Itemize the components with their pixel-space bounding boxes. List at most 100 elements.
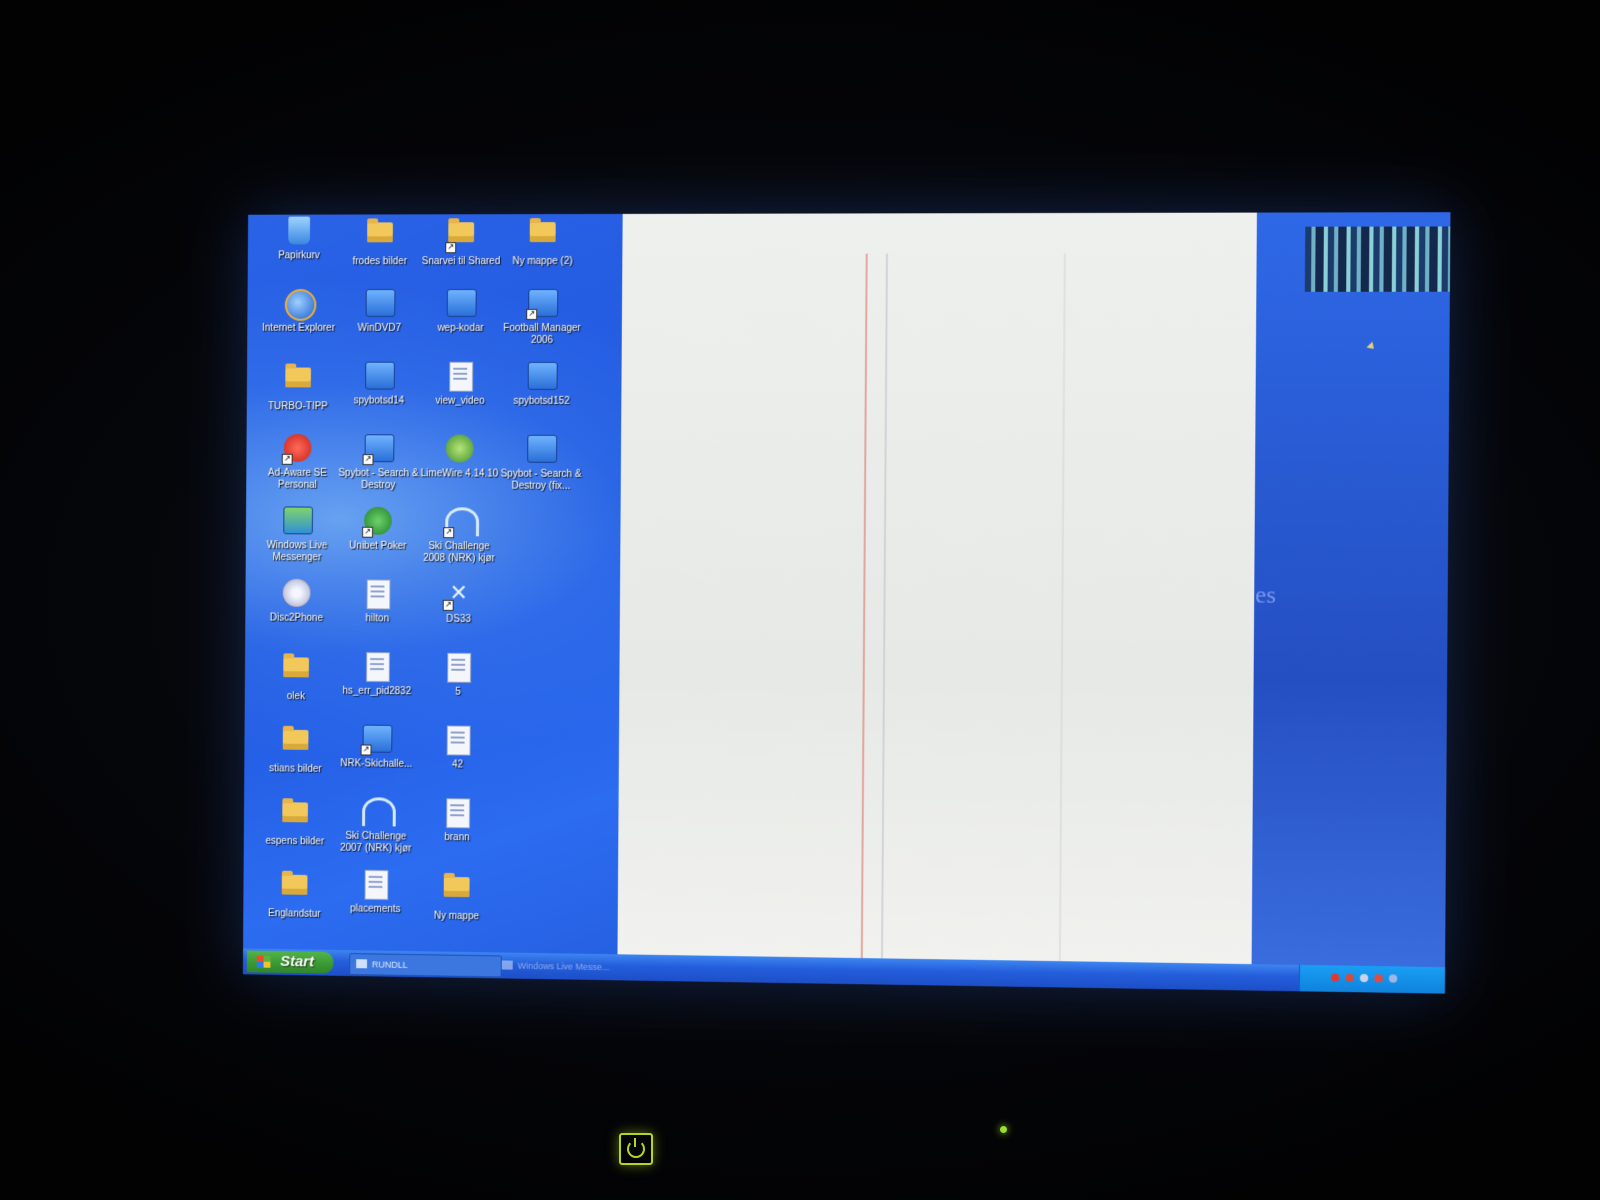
- shortcut-arrow-icon: ↗: [362, 526, 374, 538]
- desktop-icon-label: hilton: [365, 613, 390, 625]
- icon-glyph: [280, 874, 310, 905]
- desktop-icon[interactable]: wep-kodar: [419, 289, 503, 335]
- desktop-icon[interactable]: 5: [416, 652, 500, 699]
- desktop-icon-label: stians bilder: [269, 763, 322, 775]
- desktop-icon[interactable]: Ny mappe (2): [501, 216, 585, 268]
- desktop-icon-label: Unibet Poker: [349, 540, 407, 552]
- document-icon: [366, 579, 391, 610]
- desktop-icon[interactable]: Englandstur: [253, 868, 336, 921]
- desktop-icon[interactable]: TURBO-TIPP: [257, 362, 340, 414]
- desktop-icon[interactable]: olek: [255, 651, 338, 703]
- task-label: Windows Live Messe...: [517, 960, 610, 973]
- taskbar-button-messenger[interactable]: Windows Live Messe...: [496, 955, 628, 977]
- desktop-icon-label: brann: [444, 832, 470, 844]
- desktop-icon[interactable]: Spybot - Search & Destroy (fix...: [499, 434, 583, 493]
- desktop-icon[interactable]: WinDVD7: [338, 289, 421, 335]
- desktop-icon[interactable]: ↗ Spybot - Search & Destroy: [337, 434, 420, 492]
- document-icon: [449, 361, 474, 392]
- internet-explorer-icon: [284, 289, 317, 321]
- desktop-icon-label: wep-kodar: [437, 322, 484, 334]
- icon-glyph: [361, 869, 391, 900]
- icon-glyph: [365, 222, 395, 252]
- icon-glyph: [528, 222, 558, 252]
- desktop-icon[interactable]: Windows Live Messenger: [256, 506, 339, 564]
- desktop-icon-label: LimeWire 4.14.10: [420, 468, 499, 480]
- tray-icon[interactable]: [1345, 973, 1354, 982]
- desktop-icon[interactable]: espens bilder: [254, 796, 337, 849]
- desktop-icon[interactable]: stians bilder: [254, 724, 337, 777]
- recycle-bin-icon: [288, 216, 311, 245]
- app-icon: [365, 361, 395, 390]
- tray-icon[interactable]: [1374, 974, 1383, 983]
- windows-flag-icon: [256, 955, 271, 968]
- desktop-icon[interactable]: hilton: [336, 579, 419, 625]
- power-button-icon[interactable]: [619, 1133, 653, 1165]
- shortcut-arrow-icon: ↗: [281, 453, 293, 465]
- icon-glyph: [284, 216, 314, 247]
- folder-icon: [281, 874, 308, 895]
- desktop-icon[interactable]: view_video: [418, 361, 502, 408]
- taskbar-button-rundll[interactable]: RUNDLL: [349, 953, 502, 978]
- monitor-screen: Papirkurv frodes bilder ↗ Snarvei til Share…: [242, 212, 1451, 994]
- desktop-icon-label: hs_err_pid2832: [342, 685, 412, 698]
- desktop-icon-label: WinDVD7: [357, 322, 402, 334]
- document-icon: [446, 798, 471, 829]
- icon-glyph: [446, 289, 477, 319]
- icon-glyph: [361, 797, 396, 827]
- desktop-icon-label: spybotsd152: [513, 395, 570, 407]
- icon-glyph: ↗: [526, 289, 559, 320]
- desktop-icon[interactable]: placements: [334, 869, 417, 916]
- desktop-icon-label: Windows Live Messenger: [266, 540, 328, 564]
- icon-glyph: [365, 289, 396, 319]
- shortcut-arrow-icon: ↗: [360, 744, 372, 756]
- desktop-icons: Papirkurv frodes bilder ↗ Snarvei til Share…: [258, 216, 615, 922]
- disc-icon: [282, 578, 311, 607]
- desktop-icon-label: frodes bilder: [352, 256, 408, 268]
- window-icon: [356, 959, 368, 969]
- folder-icon: [282, 729, 309, 750]
- desktop-icon[interactable]: ↗ Ski Challenge 2008 (NRK) kjør: [417, 507, 501, 565]
- desktop-icon[interactable]: frodes bilder: [338, 216, 421, 268]
- desktop-icon[interactable]: hs_err_pid2832: [335, 652, 418, 698]
- desktop-icon-label: 5: [455, 686, 461, 698]
- tray-icon[interactable]: [1388, 974, 1398, 983]
- app-icon: [527, 434, 558, 463]
- tray-icon[interactable]: [1359, 973, 1369, 983]
- folder-icon: [367, 222, 393, 243]
- desktop-icon-label: espens bilder: [265, 835, 325, 848]
- desktop-icon[interactable]: brann: [415, 798, 499, 845]
- start-button[interactable]: Start: [246, 950, 334, 974]
- desktop-icon[interactable]: LimeWire 4.14.10: [418, 434, 502, 480]
- desktop-icon[interactable]: Ny mappe: [415, 871, 499, 924]
- desktop-icon[interactable]: spybotsd14: [337, 361, 420, 408]
- desktop-icon[interactable]: ↗ Snarvei til Shared: [419, 216, 503, 268]
- desktop-icon-label: Football Manager 2006: [503, 322, 581, 346]
- desktop-icon[interactable]: ↗ Football Manager 2006: [500, 289, 584, 347]
- icon-glyph: [281, 657, 311, 687]
- icon-glyph: [442, 798, 472, 829]
- icon-glyph: ↗: [362, 434, 395, 466]
- tray-icon[interactable]: [1330, 973, 1340, 982]
- desktop-icon-label: Internet Explorer: [262, 322, 335, 334]
- icon-glyph: ↗: [362, 506, 393, 538]
- desktop-icon[interactable]: spybotsd152: [500, 361, 584, 408]
- icon-glyph: [362, 652, 392, 683]
- desktop-icon[interactable]: Disc2Phone: [255, 578, 338, 625]
- desktop-icon[interactable]: 42: [416, 725, 500, 772]
- desktop-icon[interactable]: Papirkurv: [258, 216, 341, 263]
- icon-glyph: [527, 361, 558, 392]
- desktop-icon[interactable]: ↗ Unibet Poker: [336, 506, 419, 553]
- icon-glyph: [445, 434, 475, 465]
- folder-icon: [283, 657, 309, 678]
- desktop-icon-label: Ny mappe (2): [512, 256, 573, 268]
- icon-glyph: [281, 729, 311, 760]
- icon-glyph: [284, 289, 317, 321]
- desktop-icon[interactable]: ↗ Ad-Aware SE Personal: [256, 434, 339, 492]
- ski-jump-icon: [362, 797, 396, 827]
- desktop-icon[interactable]: ✕ ↗ DS33: [417, 580, 501, 626]
- desktop-icon-label: Spybot - Search & Destroy: [338, 467, 419, 492]
- desktop-icon[interactable]: ↗ NRK-Skichalle...: [335, 724, 418, 771]
- icon-glyph: [442, 876, 472, 907]
- desktop-icon[interactable]: Ski Challenge 2007 (NRK) kjør: [334, 797, 417, 856]
- desktop-icon[interactable]: Internet Explorer: [257, 289, 340, 335]
